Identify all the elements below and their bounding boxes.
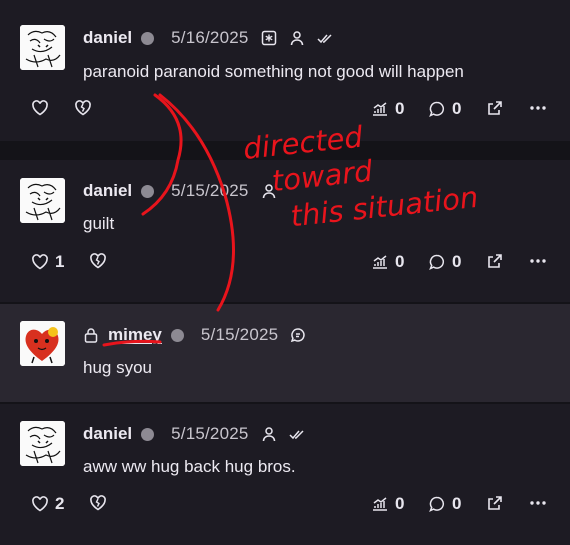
like-count: 1 xyxy=(55,252,65,271)
action-bar: 1 0 0 xyxy=(0,252,570,276)
post-highlighted: mimey 5/15/2025 hug syou xyxy=(0,304,570,402)
like-button[interactable]: 1 xyxy=(31,252,64,272)
post: daniel 5/16/2025 paranoid paranoid somet… xyxy=(0,0,570,141)
share-button[interactable] xyxy=(486,252,504,270)
double-check-icon xyxy=(289,426,305,442)
more-button[interactable] xyxy=(529,99,547,117)
user-icon xyxy=(261,183,277,199)
like-button[interactable]: 2 xyxy=(31,494,64,514)
avatar[interactable] xyxy=(20,25,65,70)
views-count: 0 xyxy=(395,99,405,118)
more-dots-icon xyxy=(530,501,546,505)
views-count: 0 xyxy=(395,494,405,513)
more-button[interactable] xyxy=(529,252,547,270)
avatar-doodle-icon xyxy=(20,421,65,466)
broken-heart-icon xyxy=(75,100,91,116)
views-button[interactable]: 0 xyxy=(371,99,404,119)
post-text: guilt xyxy=(83,214,115,233)
post-header: daniel 5/15/2025 xyxy=(83,423,305,445)
stats-icon xyxy=(373,255,387,269)
reply-button[interactable]: 0 xyxy=(428,252,461,272)
more-dots-icon xyxy=(530,259,546,263)
dislike-button[interactable] xyxy=(89,252,107,270)
avatar-doodle-icon xyxy=(20,178,65,223)
reply-count: 0 xyxy=(452,252,462,271)
sensitive-icon xyxy=(261,30,277,46)
heart-icon xyxy=(32,100,48,116)
avatar[interactable] xyxy=(20,178,65,223)
broken-heart-icon xyxy=(90,253,106,269)
post-header: mimey 5/15/2025 xyxy=(83,324,306,346)
stats-icon xyxy=(373,497,387,511)
views-count: 0 xyxy=(395,252,405,271)
status-dot xyxy=(141,184,155,198)
external-link-icon xyxy=(488,254,502,268)
more-dots-icon xyxy=(530,106,546,110)
heart-icon xyxy=(32,254,48,270)
user-icon xyxy=(261,426,277,442)
status-dot xyxy=(141,427,155,441)
views-button[interactable]: 0 xyxy=(371,494,404,514)
avatar[interactable] xyxy=(20,321,65,366)
status-dot xyxy=(141,31,155,45)
avatar[interactable] xyxy=(20,421,65,466)
post-date[interactable]: 5/16/2025 xyxy=(171,28,248,48)
comment-icon xyxy=(429,254,445,270)
post-date[interactable]: 5/15/2025 xyxy=(171,181,248,201)
external-link-icon xyxy=(488,496,502,510)
comment-icon xyxy=(429,101,445,117)
avatar-heart-character-icon xyxy=(20,321,65,366)
reply-button[interactable]: 0 xyxy=(428,494,461,514)
dislike-button[interactable] xyxy=(74,99,92,117)
external-link-icon xyxy=(488,101,502,115)
post: daniel 5/15/2025 guilt 1 0 0 xyxy=(0,160,570,302)
lock-icon xyxy=(83,327,99,343)
stats-icon xyxy=(373,102,387,116)
share-button[interactable] xyxy=(486,494,504,512)
user-icon xyxy=(289,30,305,46)
broken-heart-icon xyxy=(90,495,106,511)
reply-count: 0 xyxy=(452,99,462,118)
quote-reply-icon xyxy=(290,327,306,343)
like-button[interactable] xyxy=(31,99,55,117)
post-text: paranoid paranoid something not good wil… xyxy=(83,62,464,81)
post-date[interactable]: 5/15/2025 xyxy=(171,424,248,444)
post-text: hug syou xyxy=(83,358,152,377)
author-name[interactable]: daniel xyxy=(83,424,132,444)
views-button[interactable]: 0 xyxy=(371,252,404,272)
post-header: daniel 5/15/2025 xyxy=(83,180,277,202)
share-button[interactable] xyxy=(486,99,504,117)
author-name[interactable]: mimey xyxy=(108,325,162,345)
more-button[interactable] xyxy=(529,494,547,512)
action-bar: 0 0 xyxy=(0,99,570,123)
comment-icon xyxy=(429,496,445,512)
like-count: 2 xyxy=(55,494,65,513)
heart-icon xyxy=(32,496,48,512)
reply-button[interactable]: 0 xyxy=(428,99,461,119)
avatar-doodle-icon xyxy=(20,25,65,70)
author-name[interactable]: daniel xyxy=(83,181,132,201)
author-name[interactable]: daniel xyxy=(83,28,132,48)
double-check-icon xyxy=(317,30,333,46)
post: daniel 5/15/2025 aww ww hug back hug bro… xyxy=(0,404,570,545)
status-dot xyxy=(170,328,184,342)
action-bar: 2 0 0 xyxy=(0,494,570,518)
post-date[interactable]: 5/15/2025 xyxy=(201,325,278,345)
dislike-button[interactable] xyxy=(89,494,107,512)
reply-count: 0 xyxy=(452,494,462,513)
post-text: aww ww hug back hug bros. xyxy=(83,457,296,476)
post-header: daniel 5/16/2025 xyxy=(83,27,333,49)
